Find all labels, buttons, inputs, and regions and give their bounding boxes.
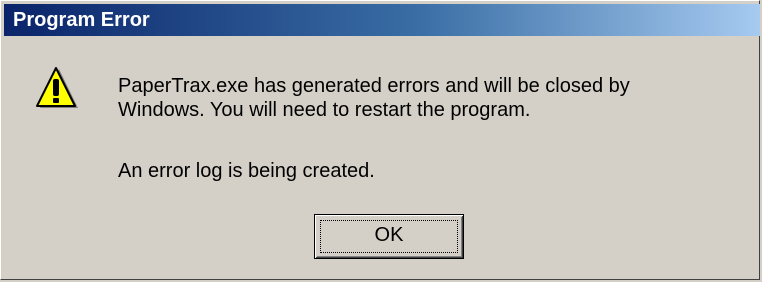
program-error-dialog: Program Error PaperTrax.exe has generate…	[0, 0, 760, 280]
warning-icon	[33, 66, 81, 114]
error-message-line-2: Windows. You will need to restart the pr…	[118, 99, 531, 121]
window-title: Program Error	[13, 9, 150, 31]
error-log-message: An error log is being created.	[118, 160, 375, 182]
ok-button[interactable]: OK	[314, 214, 464, 259]
warning-icon-dot	[53, 98, 59, 103]
ok-button-label: OK	[374, 224, 404, 246]
error-message-line-1: PaperTrax.exe has generated errors and w…	[118, 75, 630, 97]
warning-icon-bar	[53, 79, 59, 96]
warning-icon-graphic	[36, 67, 78, 108]
title-bar[interactable]: Program Error	[4, 4, 760, 36]
